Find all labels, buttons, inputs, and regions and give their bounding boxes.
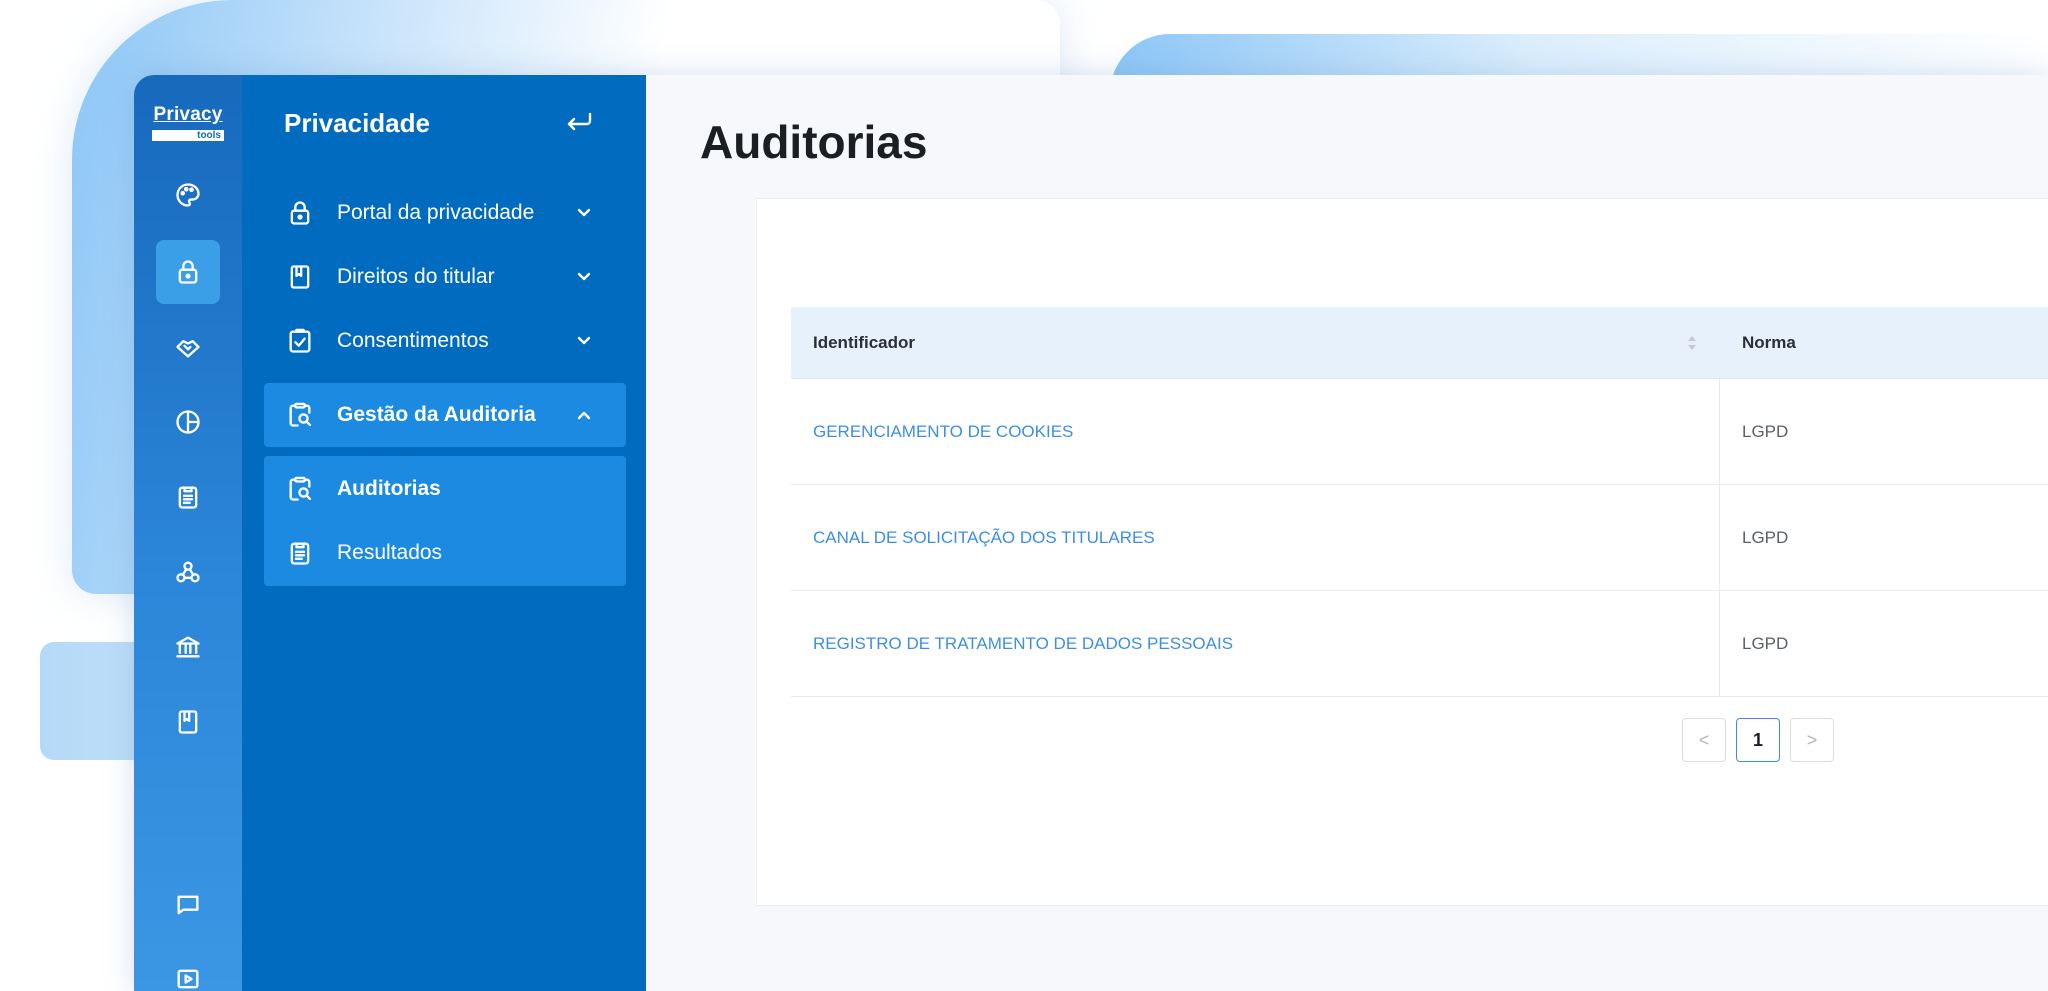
book-icon [178, 710, 198, 734]
rail-item-clipboard[interactable] [156, 465, 220, 529]
sidebar-title: Privacidade [284, 108, 430, 138]
lock-icon [178, 260, 198, 284]
pagination-next-button[interactable]: > [1790, 718, 1834, 762]
submenu-item-label: Auditorias [337, 477, 441, 500]
handshake-icon [176, 340, 200, 358]
rail-item-chart[interactable] [156, 390, 220, 454]
submenu-item-auditorias[interactable]: Auditorias [264, 457, 626, 521]
chevron-down-icon [574, 267, 594, 287]
clipboard-list-icon [178, 486, 198, 509]
pagination-page-button[interactable]: 1 [1736, 718, 1780, 762]
sidebar-item-consentimentos[interactable]: Consentimentos [264, 309, 626, 373]
rail-item-book[interactable] [156, 690, 220, 754]
clipboard-search-icon [286, 475, 314, 503]
webhook-icon [176, 561, 200, 583]
palette-icon [176, 183, 200, 207]
audit-link[interactable]: CANAL DE SOLICITAÇÃO DOS TITULARES [813, 485, 1155, 590]
rail-item-privacy[interactable] [156, 240, 220, 304]
sidebar-item-label: Gestão da Auditoria [337, 403, 536, 426]
clipboard-search-icon [286, 401, 314, 429]
collapse-sidebar-button[interactable] [560, 107, 598, 137]
table-row: CANAL DE SOLICITAÇÃO DOS TITULARES LGPD [791, 485, 2048, 591]
sidebar: Privacidade Portal da privacidade Direit… [242, 75, 646, 991]
column-header-norma[interactable]: Norma [1742, 307, 1796, 379]
column-divider [1719, 485, 1720, 590]
bookmark-book-icon [286, 263, 314, 291]
audits-card: Identificador Norma GERENCIAMENTO DE COO… [756, 198, 2048, 906]
audits-table: Identificador Norma GERENCIAMENTO DE COO… [791, 307, 2048, 697]
submenu-item-resultados[interactable]: Resultados [264, 521, 626, 585]
rail-item-webhook[interactable] [156, 540, 220, 604]
norma-cell: LGPD [1742, 633, 1789, 653]
return-arrow-icon [567, 112, 592, 131]
norma-cell: LGPD [1742, 421, 1789, 441]
submenu-item-label: Resultados [337, 541, 443, 564]
chevron-down-icon [574, 203, 594, 223]
table-row: REGISTRO DE TRATAMENTO DE DADOS PESSOAIS… [791, 591, 2048, 697]
main-content: Auditorias Identificador Norma GERENCIAM… [646, 75, 2048, 991]
sidebar-item-label: Consentimentos [337, 329, 489, 352]
pagination: < 1 > [1682, 718, 1834, 762]
logo-text: Privacy [153, 104, 223, 125]
clipboard-list-icon [286, 539, 314, 567]
rail-item-bank[interactable] [156, 615, 220, 679]
column-header-identificador[interactable]: Identificador [813, 307, 915, 379]
lock-icon [286, 199, 314, 227]
table-header: Identificador Norma [791, 307, 2048, 379]
pie-chart-icon [176, 410, 200, 434]
icon-rail: Privacy tools [134, 75, 242, 991]
rail-item-chat[interactable] [156, 873, 220, 937]
logo-subtext: tools [152, 130, 224, 141]
chevron-down-icon [574, 331, 594, 351]
column-divider [1719, 379, 1720, 484]
rail-item-video[interactable] [156, 947, 220, 991]
clipboard-check-icon [286, 327, 314, 355]
sidebar-item-label: Portal da privacidade [337, 201, 535, 224]
video-icon [177, 969, 199, 989]
rail-item-handshake[interactable] [156, 315, 220, 379]
sidebar-item-direitos-do-titular[interactable]: Direitos do titular [264, 245, 626, 309]
pagination-prev-button[interactable]: < [1682, 718, 1726, 762]
table-row: GERENCIAMENTO DE COOKIES LGPD [791, 379, 2048, 485]
chevron-up-icon [574, 405, 594, 425]
logo[interactable]: Privacy tools [150, 105, 226, 143]
submenu-gestao-da-auditoria: Auditorias Resultados [264, 456, 626, 586]
sort-icon[interactable] [1685, 333, 1699, 353]
audit-link[interactable]: GERENCIAMENTO DE COOKIES [813, 379, 1073, 484]
sidebar-item-portal-da-privacidade[interactable]: Portal da privacidade [264, 181, 626, 245]
sidebar-item-label: Direitos do titular [337, 265, 495, 288]
app-window: Privacy tools Privacidade Portal da priv… [134, 75, 2048, 991]
chat-icon [177, 895, 199, 915]
sidebar-item-gestao-da-auditoria[interactable]: Gestão da Auditoria [264, 383, 626, 447]
rail-item-palette[interactable] [156, 163, 220, 227]
audit-link[interactable]: REGISTRO DE TRATAMENTO DE DADOS PESSOAIS [813, 591, 1233, 696]
page-title: Auditorias [700, 116, 928, 168]
bank-icon [176, 636, 200, 658]
column-divider [1719, 591, 1720, 696]
norma-cell: LGPD [1742, 527, 1789, 547]
